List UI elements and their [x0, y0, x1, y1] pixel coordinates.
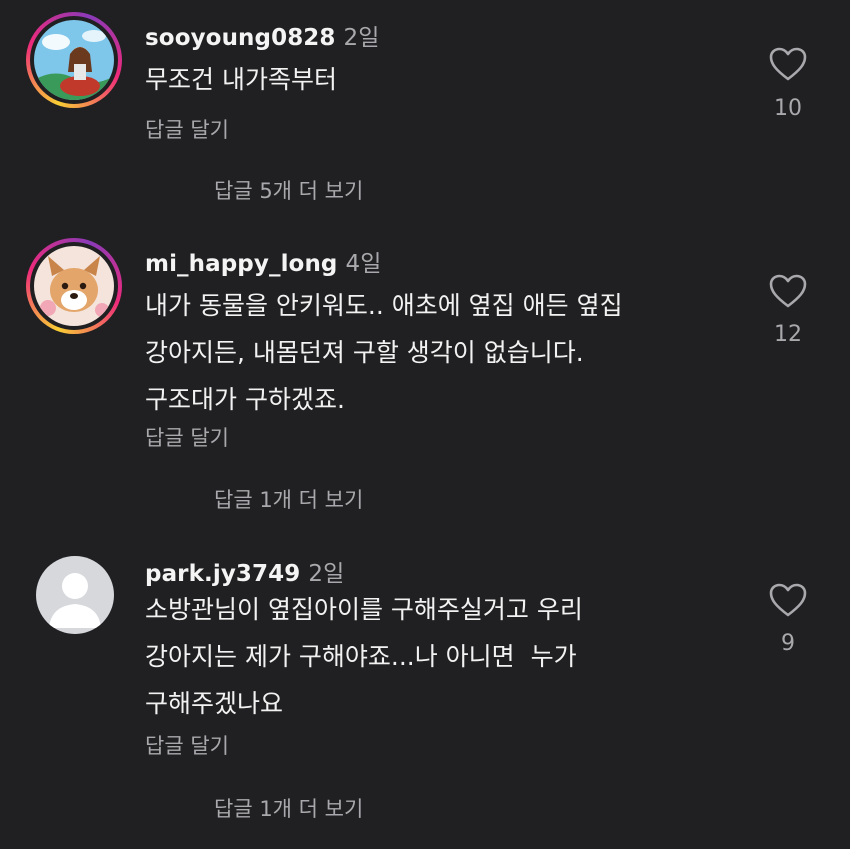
comment-text: 무조건 내가족부터 — [145, 56, 745, 103]
view-replies-button[interactable]: 답글 1개 더 보기 — [214, 793, 363, 823]
reply-button[interactable]: 답글 달기 — [145, 114, 229, 144]
comment-time: 4일 — [345, 251, 382, 277]
default-user-icon — [49, 573, 101, 628]
comment-username[interactable]: sooyoung0828 2일 — [145, 18, 380, 52]
comment-text: 내가 동물을 안키워도.. 애초에 옆집 애든 옆집 강아지든, 내몸던져 구할… — [145, 282, 745, 423]
comment-item: mi_happy_long 4일 내가 동물을 안키워도.. 애초에 옆집 애든 … — [0, 220, 850, 530]
comment-username[interactable]: mi_happy_long 4일 — [145, 244, 382, 278]
avatar[interactable] — [36, 556, 114, 634]
avatar[interactable] — [26, 238, 122, 334]
heart-icon[interactable] — [768, 273, 808, 309]
comment-text: 소방관님이 옆집아이를 구해주실거고 우리 강아지는 제가 구해야죠...나 아… — [145, 586, 745, 727]
comment-line: 무조건 내가족부터 — [145, 65, 337, 94]
like-count: 9 — [781, 631, 795, 656]
comment-line: 소방관님이 옆집아이를 구해주실거고 우리 — [145, 595, 583, 624]
comment-time: 2일 — [308, 561, 345, 587]
avatar[interactable] — [26, 12, 122, 108]
comment-time: 2일 — [343, 25, 380, 51]
view-replies-button[interactable]: 답글 5개 더 보기 — [214, 175, 363, 205]
like-count: 10 — [774, 96, 802, 121]
comment-line: 구해주겠나요 — [145, 689, 284, 718]
comment-item: sooyoung0828 2일 무조건 내가족부터 답글 달기 답글 5개 더 보… — [0, 0, 850, 220]
avatar-image — [34, 246, 114, 326]
comment-username[interactable]: park.jy3749 2일 — [145, 554, 344, 588]
heart-icon[interactable] — [768, 582, 808, 618]
comment-line: 강아지는 제가 구해야죠...나 아니면 누가 — [145, 642, 577, 671]
comment-line: 내가 동물을 안키워도.. 애초에 옆집 애든 옆집 — [145, 291, 623, 320]
view-replies-button[interactable]: 답글 1개 더 보기 — [214, 484, 363, 514]
heart-icon[interactable] — [768, 46, 808, 82]
comment-item: park.jy3749 2일 소방관님이 옆집아이를 구해주실거고 우리 강아지는… — [0, 530, 850, 849]
like-count: 12 — [774, 322, 802, 347]
reply-button[interactable]: 답글 달기 — [145, 422, 229, 452]
reply-button[interactable]: 답글 달기 — [145, 730, 229, 760]
avatar-image — [34, 20, 114, 100]
comment-line: 강아지든, 내몸던져 구할 생각이 없습니다. — [145, 338, 584, 367]
comment-line: 구조대가 구하겠죠. — [145, 385, 345, 414]
